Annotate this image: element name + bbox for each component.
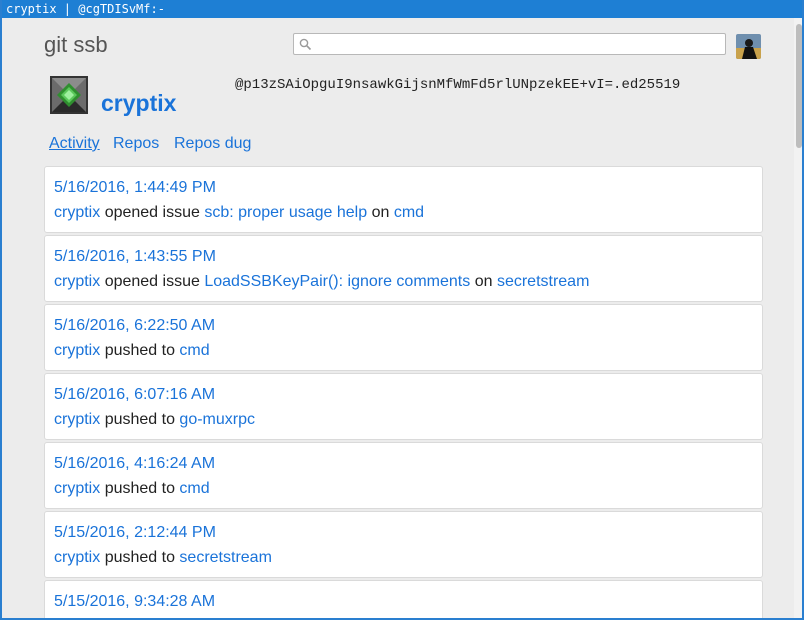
activity-verb: pushed to: [104, 411, 175, 428]
activity-item: 5/15/2016, 9:34:28 AM: [44, 580, 763, 618]
feed-id: @p13zSAiOpguI9nsawkGijsnMfWmFd5rlUNpzekE…: [235, 77, 681, 93]
actor-link[interactable]: cryptix: [54, 204, 100, 221]
window-title: cryptix | @cgTDISvMf:-: [2, 0, 802, 18]
actor-link[interactable]: cryptix: [54, 342, 100, 359]
activity-item: 5/15/2016, 2:12:44 PM cryptix pushed to …: [44, 511, 763, 578]
page-viewport: git ssb cryptix @p13zSAiOpguI9nsawkGijsn…: [4, 18, 794, 618]
browser-window: cryptix | @cgTDISvMf:- git ssb cryptix @…: [0, 0, 804, 620]
activity-item: 5/16/2016, 1:44:49 PM cryptix opened iss…: [44, 166, 763, 233]
activity-verb: pushed to: [104, 480, 175, 497]
actor-link[interactable]: cryptix: [54, 480, 100, 497]
tab-repos[interactable]: Repos: [113, 135, 159, 153]
repo-link[interactable]: cmd: [179, 342, 209, 359]
repo-link[interactable]: cmd: [394, 204, 424, 221]
activity-verb: opened issue: [104, 273, 200, 290]
activity-time-link[interactable]: 5/16/2016, 6:22:50 AM: [54, 317, 215, 335]
actor-link[interactable]: cryptix: [54, 273, 100, 290]
activity-time-link[interactable]: 5/16/2016, 6:07:16 AM: [54, 386, 215, 404]
search-icon: [299, 38, 312, 51]
activity-verb: opened issue: [104, 204, 200, 221]
tab-activity[interactable]: Activity: [49, 135, 100, 153]
profile-avatar-icon: [50, 76, 88, 114]
search-box[interactable]: [293, 33, 726, 55]
actor-link[interactable]: cryptix: [54, 549, 100, 566]
activity-text: cryptix pushed to go-muxrpc: [54, 411, 255, 429]
activity-text: cryptix pushed to cmd: [54, 480, 210, 498]
activity-item: 5/16/2016, 1:43:55 PM cryptix opened iss…: [44, 235, 763, 302]
activity-preposition: on: [371, 204, 390, 221]
activity-item: 5/16/2016, 6:22:50 AM cryptix pushed to …: [44, 304, 763, 371]
activity-time-link[interactable]: 5/15/2016, 9:34:28 AM: [54, 593, 215, 611]
activity-text: cryptix pushed to cmd: [54, 342, 210, 360]
activity-text: cryptix pushed to secretstream: [54, 549, 272, 567]
issue-link[interactable]: scb: proper usage help: [204, 204, 367, 221]
activity-preposition: on: [474, 273, 493, 290]
vertical-scrollbar[interactable]: [794, 18, 802, 618]
activity-time-link[interactable]: 5/16/2016, 1:44:49 PM: [54, 179, 216, 197]
activity-time-link[interactable]: 5/16/2016, 4:16:24 AM: [54, 455, 215, 473]
actor-link[interactable]: cryptix: [54, 411, 100, 428]
site-title[interactable]: git ssb: [44, 32, 108, 58]
repo-link[interactable]: secretstream: [179, 549, 271, 566]
activity-verb: pushed to: [104, 549, 175, 566]
tab-repos-dug[interactable]: Repos dug: [174, 135, 251, 153]
profile-name-link[interactable]: cryptix: [101, 90, 176, 117]
activity-item: 5/16/2016, 6:07:16 AM cryptix pushed to …: [44, 373, 763, 440]
repo-link[interactable]: go-muxrpc: [179, 411, 255, 428]
issue-link[interactable]: LoadSSBKeyPair(): ignore comments: [204, 273, 470, 290]
activity-verb: pushed to: [104, 342, 175, 359]
scrollbar-thumb[interactable]: [796, 24, 802, 148]
repo-link[interactable]: secretstream: [497, 273, 589, 290]
activity-time-link[interactable]: 5/16/2016, 1:43:55 PM: [54, 248, 216, 266]
activity-text: cryptix opened issue scb: proper usage h…: [54, 204, 424, 222]
search-input[interactable]: [316, 35, 721, 53]
user-avatar-icon[interactable]: [736, 34, 761, 59]
activity-text: cryptix opened issue LoadSSBKeyPair(): i…: [54, 273, 589, 291]
activity-time-link[interactable]: 5/15/2016, 2:12:44 PM: [54, 524, 216, 542]
repo-link[interactable]: cmd: [179, 480, 209, 497]
activity-item: 5/16/2016, 4:16:24 AM cryptix pushed to …: [44, 442, 763, 509]
